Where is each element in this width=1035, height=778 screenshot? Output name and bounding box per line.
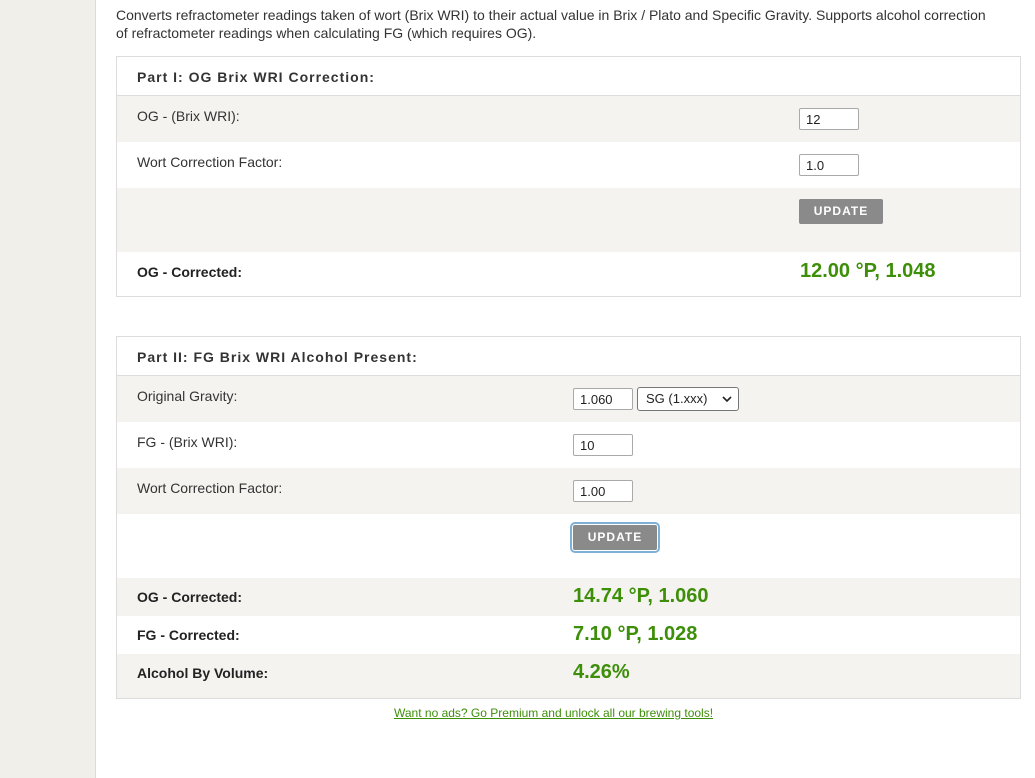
part1-wcf-label: Wort Correction Factor: bbox=[137, 154, 283, 170]
part2-update-button[interactable]: UPDATE bbox=[570, 522, 660, 553]
part2-panel: Part II: FG Brix WRI Alcohol Present: Or… bbox=[116, 336, 1021, 699]
part1-og-row: OG - (Brix WRI): 12 bbox=[117, 96, 1020, 142]
go-premium-link[interactable]: Want no ads? Go Premium and unlock all o… bbox=[394, 706, 713, 720]
left-sidebar-background bbox=[0, 0, 96, 778]
part1-title: Part I: OG Brix WRI Correction: bbox=[117, 57, 1020, 96]
part2-wcf-label: Wort Correction Factor: bbox=[137, 480, 283, 496]
part1-wcf-row: Wort Correction Factor: 1.0 bbox=[117, 142, 1020, 188]
part2-fg-corrected-row: FG - Corrected: 7.10 °P, 1.028 bbox=[117, 616, 1020, 654]
part2-abv-row: Alcohol By Volume: 4.26% bbox=[117, 654, 1020, 698]
part1-update-row: UPDATE bbox=[117, 188, 1020, 252]
part1-panel: Part I: OG Brix WRI Correction: OG - (Br… bbox=[116, 56, 1021, 297]
part1-og-label: OG - (Brix WRI): bbox=[137, 108, 240, 124]
part1-result-label: OG - Corrected: bbox=[137, 264, 243, 280]
chevron-down-icon bbox=[722, 390, 732, 416]
part2-fg-row: FG - (Brix WRI): 10 bbox=[117, 422, 1020, 468]
part2-update-row: UPDATE bbox=[117, 514, 1020, 578]
part1-result-value: 12.00 °P, 1.048 bbox=[800, 260, 936, 282]
intro-description: Converts refractometer readings taken of… bbox=[116, 7, 986, 41]
part2-og-unit-select[interactable]: SG (1.xxx) bbox=[637, 387, 739, 411]
part2-og-corrected-row: OG - Corrected: 14.74 °P, 1.060 bbox=[117, 578, 1020, 616]
part1-wcf-input[interactable]: 1.0 bbox=[799, 154, 859, 176]
part2-og-input[interactable]: 1.060 bbox=[573, 388, 633, 410]
part1-update-button[interactable]: UPDATE bbox=[799, 199, 883, 224]
part2-og-unit-selected: SG (1.xxx) bbox=[646, 391, 708, 406]
part2-abv-value: 4.26% bbox=[573, 661, 630, 683]
part2-fg-input[interactable]: 10 bbox=[573, 434, 633, 456]
part2-og-corrected-value: 14.74 °P, 1.060 bbox=[573, 585, 709, 607]
part2-og-label: Original Gravity: bbox=[137, 388, 238, 404]
part2-fg-corrected-value: 7.10 °P, 1.028 bbox=[573, 623, 698, 645]
part2-wcf-input[interactable]: 1.00 bbox=[573, 480, 633, 502]
part1-og-input[interactable]: 12 bbox=[799, 108, 859, 130]
part2-og-row: Original Gravity: 1.060 SG (1.xxx) bbox=[117, 376, 1020, 422]
part2-fg-label: FG - (Brix WRI): bbox=[137, 434, 238, 450]
part2-title: Part II: FG Brix WRI Alcohol Present: bbox=[117, 337, 1020, 376]
part2-fg-corrected-label: FG - Corrected: bbox=[137, 627, 240, 643]
part2-wcf-row: Wort Correction Factor: 1.00 bbox=[117, 468, 1020, 514]
part1-result-row: OG - Corrected: 12.00 °P, 1.048 bbox=[117, 252, 1020, 294]
part2-abv-label: Alcohol By Volume: bbox=[137, 665, 269, 681]
part2-og-corrected-label: OG - Corrected: bbox=[137, 589, 243, 605]
